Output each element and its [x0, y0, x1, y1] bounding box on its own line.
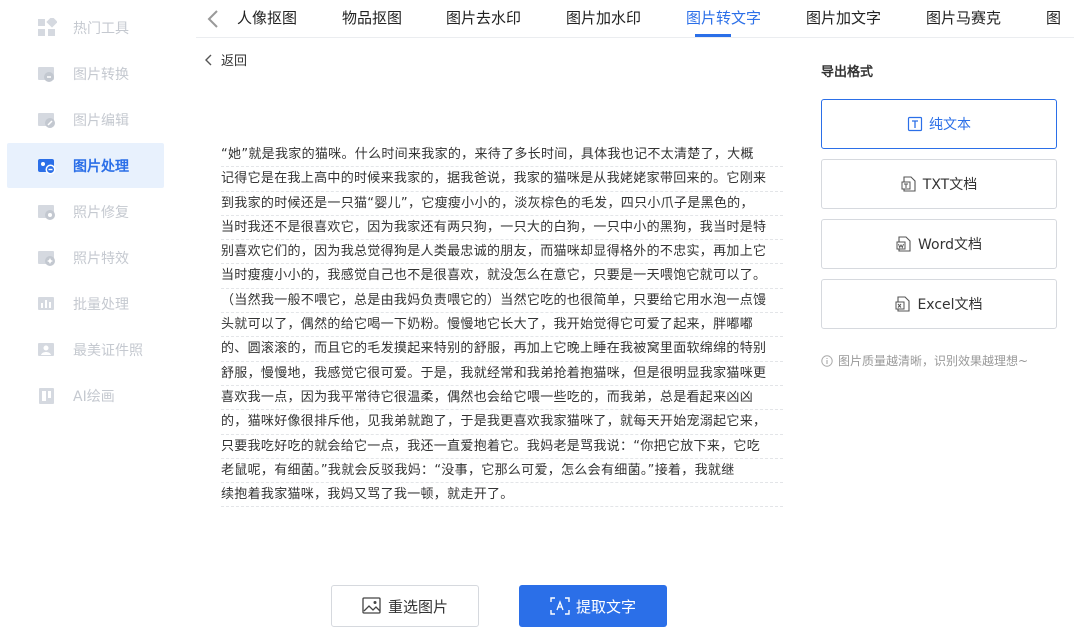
- tab-remove-watermark[interactable]: 图片去水印: [446, 7, 521, 28]
- excel-file-icon: [895, 296, 911, 312]
- sidebar-item-label: 图片编辑: [73, 112, 129, 129]
- tab-add-watermark[interactable]: 图片加水印: [566, 7, 641, 28]
- format-label: TXT文档: [922, 177, 978, 193]
- text-line: “她”就是我家的猫咪。什么时间来我家的，来待了多长时间，具体我也记不太清楚了，大…: [221, 143, 783, 168]
- tab-object-cutout[interactable]: 物品抠图: [342, 7, 402, 28]
- sidebar-item-batch[interactable]: 批量处理: [7, 281, 164, 326]
- tab-more[interactable]: 图: [1046, 7, 1061, 28]
- text-line: 只要我吃好吃的就会给它一点，我还一直爱抱着它。我妈老是骂我说：“你把它放下来，它…: [221, 435, 783, 459]
- tab-add-text[interactable]: 图片加文字: [806, 7, 881, 28]
- info-icon: [821, 354, 833, 367]
- word-file-icon: [896, 236, 912, 252]
- image-process-icon: [37, 156, 57, 176]
- chevron-left-icon[interactable]: [204, 8, 224, 30]
- format-txt-button[interactable]: TXT文档: [821, 159, 1057, 209]
- image-convert-icon: [37, 64, 57, 84]
- text-line: 的、圆滚滚的，而且它的毛发摸起来特别的舒服，再加上它晚上睡在我被窝里面软绵绵的特…: [221, 337, 783, 362]
- photo-effect-icon: [37, 248, 57, 268]
- extract-label: 提取文字: [575, 597, 636, 616]
- format-label: Excel文档: [917, 297, 983, 313]
- sidebar: 热门工具 图片转换 图片编辑 图片处理 照片修复 照片特效 批量处理 最美证件照…: [0, 0, 168, 642]
- hint-text: 图片质量越清晰，识别效果越理想~: [838, 354, 1029, 368]
- sidebar-item-photo-repair[interactable]: 照片修复: [7, 189, 164, 234]
- sidebar-item-label: AI绘画: [73, 388, 115, 405]
- text-icon: [907, 116, 923, 132]
- tool-tabs: 人像抠图 物品抠图 图片去水印 图片加水印 图片转文字 图片加文字 图片马赛克 …: [196, 0, 1074, 38]
- id-photo-icon: [37, 340, 57, 360]
- tab-image-to-text[interactable]: 图片转文字: [686, 7, 761, 28]
- sidebar-item-label: 批量处理: [73, 296, 129, 313]
- format-label: 纯文本: [929, 117, 971, 133]
- scan-text-icon: [550, 597, 570, 615]
- grid-icon: [37, 15, 58, 38]
- recognized-text: “她”就是我家的猫咪。什么时间来我家的，来待了多长时间，具体我也记不太清楚了，大…: [221, 143, 783, 508]
- text-line: 当时我还不是很喜欢它，因为我家还有两只狗，一只大的白狗，一只中小的黑狗，我当时是…: [221, 216, 783, 241]
- text-line: 头就可以了，偶然的给它喝一下奶粉。慢慢地它长大了，我开始觉得它可爱了起来，胖嘟嘟: [221, 313, 783, 338]
- sidebar-item-image-edit[interactable]: 图片编辑: [7, 97, 164, 142]
- text-line: 到我家的时候还是一只猫“婴儿”，它瘦瘦小小的，淡灰棕色的毛发，四只小爪子是黑色的…: [221, 192, 783, 216]
- sidebar-item-label: 热门工具: [73, 20, 129, 37]
- back-link[interactable]: 返回: [205, 50, 247, 69]
- tab-mosaic[interactable]: 图片马赛克: [926, 7, 1001, 28]
- batch-icon: [37, 294, 57, 314]
- text-line: 当时瘦瘦小小的，我感觉自己也不是很喜欢，就没怎么在意它，只要是一天喂饱它就可以了…: [221, 264, 783, 289]
- sidebar-item-label: 图片处理: [73, 158, 129, 175]
- sidebar-item-label: 照片修复: [73, 204, 129, 221]
- text-line: 的，猫咪好像很排斥他，见我弟就跑了，于是我更喜欢我家猫咪了，就每天开始宠溺起它来…: [221, 410, 783, 435]
- reselect-image-button[interactable]: 重选图片: [331, 585, 479, 627]
- extract-text-button[interactable]: 提取文字: [519, 585, 667, 627]
- text-line: 记得它是在我上高中的时候来我家的，据我爸说，我家的猫咪是从我姥姥家带回来的。它刚…: [221, 167, 783, 192]
- sidebar-item-label: 照片特效: [73, 250, 129, 267]
- text-line: 舒服，慢慢地，我感觉它很可爱。于是，我就经常和我弟抢着抱猫咪，但是很明显我家猫咪…: [221, 362, 783, 386]
- export-format-title: 导出格式: [821, 65, 874, 80]
- format-plain-text-button[interactable]: 纯文本: [821, 99, 1057, 149]
- sidebar-item-label: 图片转换: [73, 66, 129, 83]
- text-line: 别喜欢它们的，因为我总觉得狗是人类最忠诚的朋友，而猫咪却显得格外的不忠实，再加上…: [221, 240, 783, 265]
- image-edit-icon: [37, 110, 57, 130]
- sidebar-item-image-process[interactable]: 图片处理: [7, 143, 164, 188]
- sidebar-item-ai-paint[interactable]: AI绘画: [7, 373, 164, 418]
- sidebar-item-hot-tools[interactable]: 热门工具: [7, 5, 164, 50]
- text-line: 老鼠呢，有细菌。”我就会反驳我妈：“没事，它那么可爱，怎么会有细菌。”接着，我就…: [221, 459, 783, 484]
- text-line: 续抱着我家猫咪，我妈又骂了我一顿，就走开了。: [221, 483, 783, 508]
- quality-hint: 图片质量越清晰，识别效果越理想~: [821, 352, 1028, 369]
- sidebar-item-label: 最美证件照: [73, 342, 143, 359]
- format-excel-button[interactable]: Excel文档: [821, 279, 1057, 329]
- chevron-left-icon: [205, 54, 212, 65]
- sidebar-item-id-photo[interactable]: 最美证件照: [7, 327, 164, 372]
- sidebar-item-photo-effect[interactable]: 照片特效: [7, 235, 164, 280]
- reselect-label: 重选图片: [387, 597, 448, 616]
- sidebar-item-image-convert[interactable]: 图片转换: [7, 51, 164, 96]
- format-label: Word文档: [918, 237, 982, 253]
- active-tab-indicator: [695, 34, 731, 37]
- back-label: 返回: [221, 54, 248, 69]
- text-line: （当然我一般不喂它，总是由我妈负责喂它的）当然它吃的也很简单，只要给它用水泡一点…: [221, 289, 783, 314]
- tab-portrait-cutout[interactable]: 人像抠图: [237, 7, 297, 28]
- image-icon: [362, 597, 381, 614]
- ai-paint-icon: [37, 386, 57, 406]
- format-word-button[interactable]: Word文档: [821, 219, 1057, 269]
- txt-file-icon: [901, 176, 917, 192]
- text-line: 喜欢我一点，因为我平常待它很温柔，偶然也会给它喂一些吃的，而我弟，总是看起来凶凶: [221, 386, 783, 411]
- photo-repair-icon: [37, 202, 57, 222]
